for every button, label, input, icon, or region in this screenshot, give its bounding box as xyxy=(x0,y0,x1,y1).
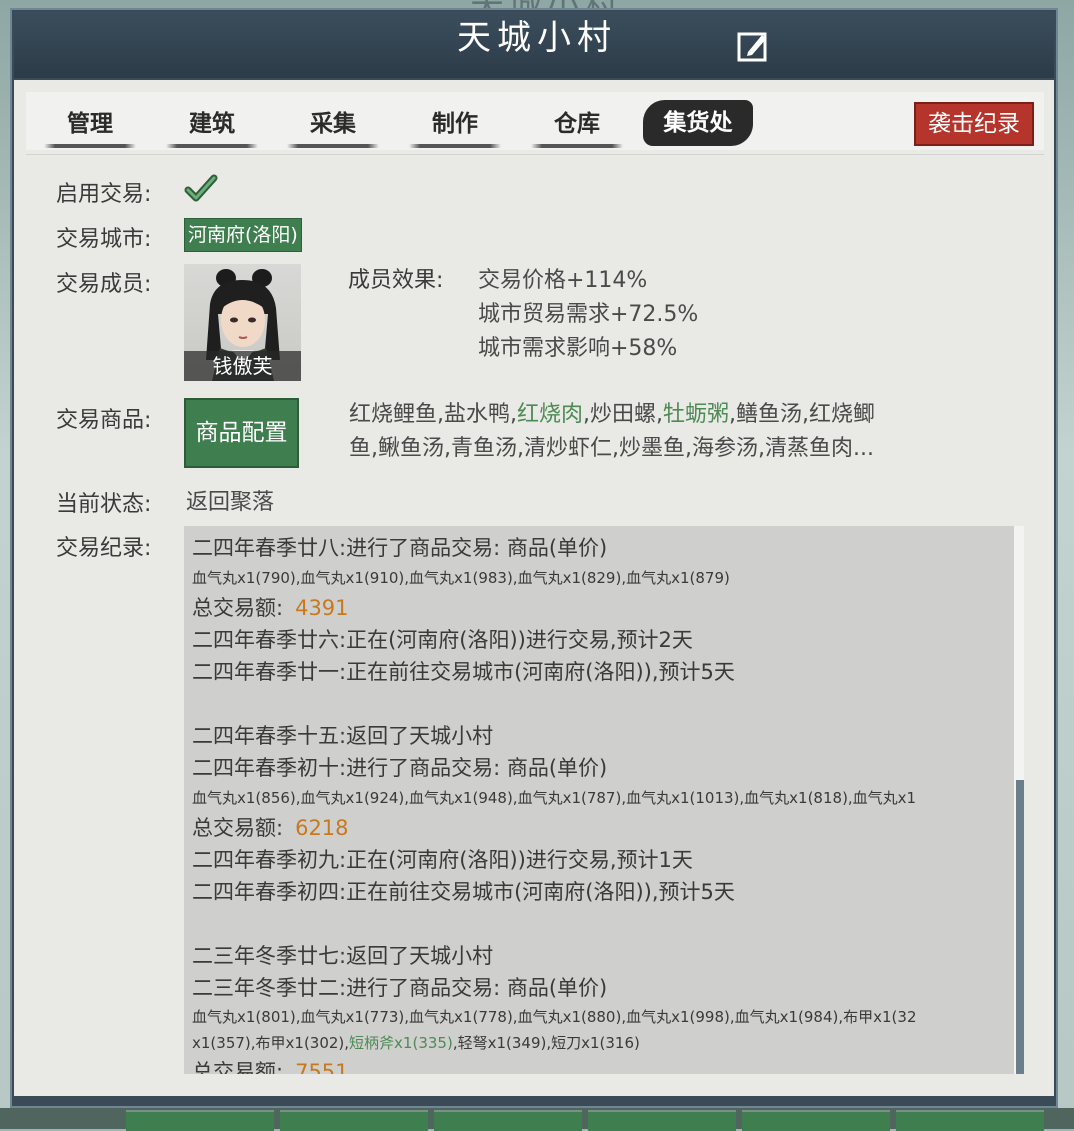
member-portrait[interactable]: 钱傲芙 xyxy=(184,264,301,381)
member-effects-label: 成员效果: xyxy=(348,268,444,293)
status-value: 返回聚落 xyxy=(186,490,275,515)
raid-record-button[interactable]: 袭击纪录 xyxy=(914,102,1034,146)
trade-city-badge[interactable]: 河南府(洛阳) xyxy=(184,218,302,252)
tab-crafting[interactable]: 制作 xyxy=(405,104,505,148)
trade-city-label: 交易城市: xyxy=(56,227,152,252)
tab-buildings[interactable]: 建筑 xyxy=(162,104,262,148)
log-line: 二四年春季廿一:正在前往交易城市(河南府(洛阳)),预计5天 xyxy=(192,660,735,684)
bottom-slot[interactable] xyxy=(896,1110,1044,1131)
tab-management[interactable]: 管理 xyxy=(40,104,140,148)
log-items: 血气丸x1(790),血气丸x1(910),血气丸x1(983),血气丸x1(8… xyxy=(192,569,730,587)
tab-warehouse[interactable]: 仓库 xyxy=(527,104,627,148)
log-line: 二三年冬季廿七:返回了天城小村 xyxy=(192,944,494,968)
trade-member-label: 交易成员: xyxy=(56,272,152,297)
log-line: 二四年春季初四:正在前往交易城市(河南府(洛阳)),预计5天 xyxy=(192,880,735,904)
log-line: 二四年春季廿六:正在(河南府(洛阳))进行交易,预计2天 xyxy=(192,628,693,652)
log-total: 总交易额: 7551 xyxy=(192,1060,349,1074)
effect-price: 交易价格+114% xyxy=(478,268,648,293)
trade-log[interactable]: 二四年春季廿八:进行了商品交易: 商品(单价) 血气丸x1(790),血气丸x1… xyxy=(184,526,1024,1074)
divider xyxy=(26,154,1044,155)
tab-gathering[interactable]: 采集 xyxy=(283,104,383,148)
log-scrollbar-thumb[interactable] xyxy=(1016,780,1024,1074)
effect-city-demand: 城市贸易需求+72.5% xyxy=(478,302,699,327)
log-total: 总交易额: 4391 xyxy=(192,596,349,620)
goods-line-2: 鱼,鳅鱼汤,青鱼汤,清炒虾仁,炒墨鱼,海参汤,清蒸鱼肉... xyxy=(349,436,874,461)
log-total: 总交易额: 6218 xyxy=(192,816,349,840)
trade-goods-label: 交易商品: xyxy=(56,408,152,433)
bottom-slot[interactable] xyxy=(588,1110,736,1131)
log-items: x1(357),布甲x1(302),短柄斧x1(335),轻弩x1(349),短… xyxy=(192,1034,640,1052)
checkmark-icon[interactable] xyxy=(184,174,218,204)
bottom-slot[interactable] xyxy=(742,1110,890,1131)
log-line: 二四年春季廿八:进行了商品交易: 商品(单价) xyxy=(192,536,608,560)
bottom-bar xyxy=(0,1108,1074,1131)
log-line: 二四年春季十五:返回了天城小村 xyxy=(192,724,494,748)
window-title: 天城小村 xyxy=(457,18,617,58)
log-line: 二四年春季初九:正在(河南府(洛阳))进行交易,预计1天 xyxy=(192,848,693,872)
log-items: 血气丸x1(856),血气丸x1(924),血气丸x1(948),血气丸x1(7… xyxy=(192,789,917,807)
goods-list: 红烧鲤鱼,盐水鸭,红烧肉,炒田螺,牡蛎粥,鳝鱼汤,红烧鲫 鱼,鳅鱼汤,青鱼汤,清… xyxy=(349,398,959,466)
goods-config-button[interactable]: 商品配置 xyxy=(184,398,299,468)
tab-trading-post[interactable]: 集货处 xyxy=(643,100,753,146)
bottom-slot[interactable] xyxy=(280,1110,428,1131)
enable-trade-label: 启用交易: xyxy=(56,182,152,207)
status-label: 当前状态: xyxy=(56,492,152,517)
log-line: 二三年冬季廿二:进行了商品交易: 商品(单价) xyxy=(192,976,608,1000)
bottom-slot[interactable] xyxy=(434,1110,582,1131)
log-items: 血气丸x1(801),血气丸x1(773),血气丸x1(778),血气丸x1(8… xyxy=(192,1008,917,1026)
bottom-slot[interactable] xyxy=(126,1110,274,1131)
member-name: 钱傲芙 xyxy=(184,351,301,381)
edit-icon[interactable] xyxy=(737,30,769,62)
goods-line-1: 红烧鲤鱼,盐水鸭,红烧肉,炒田螺,牡蛎粥,鳝鱼汤,红烧鲫 xyxy=(349,402,876,427)
trade-log-label: 交易纪录: xyxy=(56,536,152,561)
effect-demand-impact: 城市需求影响+58% xyxy=(478,336,678,361)
log-line: 二四年春季初十:进行了商品交易: 商品(单价) xyxy=(192,756,608,780)
